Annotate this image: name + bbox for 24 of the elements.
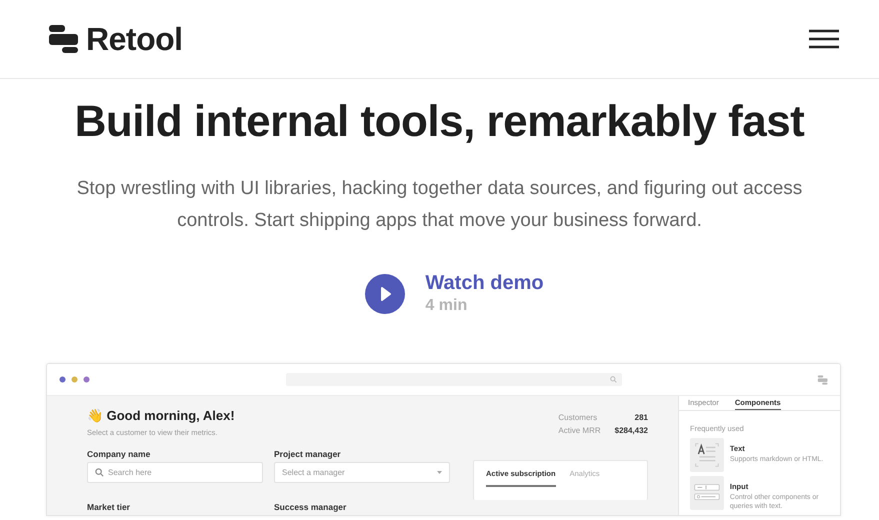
search-icon: [610, 376, 617, 383]
field-label: Company name: [87, 448, 152, 460]
play-icon[interactable]: [365, 274, 406, 314]
field-label: Market tier: [87, 501, 131, 514]
caret-icon: [437, 471, 442, 474]
input-component-icon: [690, 475, 724, 512]
field-label: Project manager: [274, 448, 342, 460]
watch-demo-link[interactable]: Watch demo: [425, 271, 544, 295]
metric-value: $284,432: [614, 425, 648, 437]
duration-label: 4 min: [425, 296, 468, 316]
metric-value: 281: [634, 412, 648, 424]
metric-label: Active MRR: [558, 425, 601, 437]
search-icon: [95, 468, 104, 477]
field-label: Success manager: [274, 501, 348, 514]
logo-icon: [48, 24, 78, 54]
logo-icon: [817, 374, 828, 384]
text-component-icon: [690, 437, 724, 474]
greeting: 👋 Good morning, Alex!: [87, 407, 235, 425]
hero-title: Build internal tools, remarkably fast: [74, 96, 804, 148]
metric-label: Customers: [558, 412, 598, 424]
hero-subtitle: Stop wrestling with UI libraries, hacking together data sources, and figuring out access controls. Start shipping apps that move your business forward.: [76, 177, 804, 233]
window-dots-icon: [59, 376, 90, 383]
brand-name[interactable]: Retool: [86, 15, 183, 63]
menu-icon[interactable]: [809, 29, 839, 49]
